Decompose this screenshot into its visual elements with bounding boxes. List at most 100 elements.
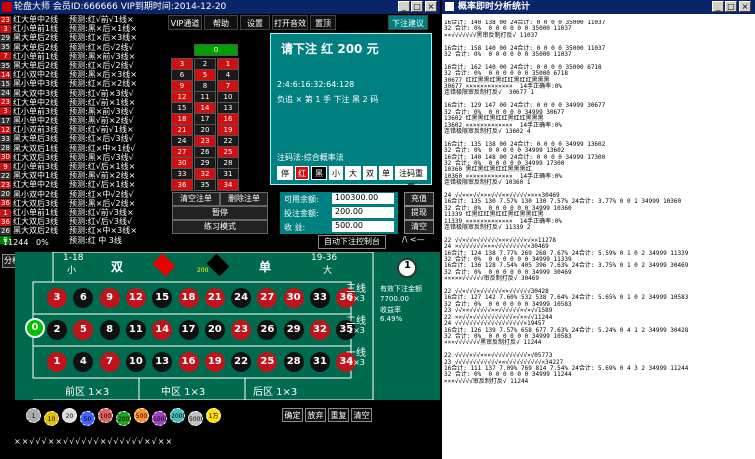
menu-vip[interactable]: VIP通道: [168, 15, 202, 30]
delete-bet-button[interactable]: 删除注单: [220, 192, 268, 206]
chip-500[interactable]: 500: [134, 408, 149, 423]
history-count: 11244: [3, 238, 29, 247]
right-title-bar[interactable]: 概率即时分析统计 _ □ ×: [442, 0, 755, 14]
number-16[interactable]: 16: [178, 352, 199, 372]
app-icon: [2, 2, 12, 12]
practice-mode-button[interactable]: 练习模式: [172, 220, 268, 234]
number-12[interactable]: 12: [125, 288, 146, 308]
history-row: 36 红大双后3线 预测:黑×后√2线×: [0, 199, 168, 208]
menu-sound[interactable]: 打开音效: [272, 15, 308, 30]
history-number: 15: [0, 79, 11, 88]
panel-btn-1[interactable]: 红: [295, 166, 309, 180]
pause-button[interactable]: 暂停: [172, 206, 268, 220]
number-10[interactable]: 10: [125, 352, 146, 372]
number-17[interactable]: 17: [178, 320, 199, 340]
chip-1000[interactable]: 1000: [152, 411, 168, 426]
number-9[interactable]: 9: [99, 288, 120, 308]
history-prediction: 预测:红×后×3线×: [69, 33, 137, 43]
label-big[interactable]: 大: [323, 263, 332, 276]
history-number: 23: [0, 98, 11, 107]
panel-btn-2[interactable]: 黑: [311, 166, 327, 180]
number-11[interactable]: 11: [125, 320, 146, 340]
panel-btn-4[interactable]: 大: [345, 166, 361, 180]
number-3[interactable]: 3: [47, 288, 67, 308]
bet-suggest-button[interactable]: 下注建议: [388, 15, 428, 30]
number-20[interactable]: 20: [204, 320, 225, 340]
chip-2000[interactable]: 2000: [170, 408, 186, 423]
number-8[interactable]: 8: [99, 320, 120, 340]
number-19[interactable]: 19: [204, 352, 225, 372]
right-minimize-button[interactable]: _: [712, 1, 724, 12]
label-19-36[interactable]: 19-36: [311, 253, 337, 263]
betting-table[interactable]: 0 3 6 9 12 15 18 21 24 27 30 33 36 2 5 8 11 14 17 20 23 26 29 3…: [15, 252, 440, 400]
clear-bet-button[interactable]: 清空注单: [172, 192, 220, 206]
chip-1万[interactable]: 1万: [206, 408, 221, 423]
number-33[interactable]: 33: [310, 288, 330, 308]
chip-100[interactable]: 100: [98, 408, 113, 423]
chip-200[interactable]: 200: [116, 411, 131, 426]
number-31[interactable]: 31: [310, 352, 330, 372]
column-label-1[interactable]: 二线: [346, 312, 366, 327]
history-number: 29: [0, 33, 11, 42]
number-28[interactable]: 28: [283, 352, 304, 372]
chip-5000[interactable]: 5000: [188, 411, 204, 426]
close-button[interactable]: ×: [425, 1, 437, 12]
table-btn-1[interactable]: 放弃: [305, 408, 326, 422]
number-18[interactable]: 18: [178, 288, 199, 308]
menu-settings[interactable]: 设置: [240, 15, 270, 30]
history-number: 3: [0, 24, 11, 33]
number-21[interactable]: 21: [204, 288, 225, 308]
column-label-2[interactable]: 一线: [346, 344, 366, 359]
right-close-button[interactable]: ×: [739, 1, 751, 12]
panel-btn-5[interactable]: 双: [363, 166, 377, 180]
history-row: 23 红大单中2线 预测:红√后×1线×: [0, 180, 168, 189]
back-zone[interactable]: 后区 1×3: [253, 383, 297, 398]
chip-50[interactable]: 50: [80, 411, 95, 426]
auto-bet-console-button[interactable]: 自动下注控制台: [318, 235, 386, 249]
menu-help[interactable]: 帮助: [204, 15, 238, 30]
number-30[interactable]: 30: [283, 288, 304, 308]
withdraw-button[interactable]: 提现: [404, 206, 434, 220]
panel-btn-0[interactable]: 停: [277, 166, 293, 180]
recharge-button[interactable]: 充值: [404, 192, 434, 206]
chip-20[interactable]: 20: [62, 408, 77, 423]
history-prediction: 预测:红√后×1线×: [69, 180, 136, 190]
maximize-button[interactable]: □: [411, 1, 423, 12]
panel-btn-3[interactable]: 小: [329, 166, 343, 180]
number-29[interactable]: 29: [283, 320, 304, 340]
chip-10[interactable]: 10: [44, 411, 59, 426]
label-even[interactable]: 双: [111, 258, 123, 275]
front-zone[interactable]: 前区 1×3: [65, 383, 109, 398]
label-odd[interactable]: 单: [259, 258, 271, 275]
history-text: 黑大双中1线: [13, 171, 59, 181]
column-label-0[interactable]: 三线: [346, 280, 366, 295]
number-22[interactable]: 22: [231, 352, 252, 372]
number-0[interactable]: 0: [25, 318, 45, 338]
mini-zero[interactable]: 0: [194, 44, 238, 56]
label-1-18[interactable]: 1-18: [63, 253, 83, 263]
panel-btn-6[interactable]: 单: [379, 166, 393, 180]
table-btn-3[interactable]: 清空: [351, 408, 372, 422]
number-7[interactable]: 7: [99, 352, 120, 372]
minimize-button[interactable]: _: [398, 1, 410, 12]
label-small[interactable]: 小: [67, 263, 76, 276]
chip-1[interactable]: 1: [26, 408, 41, 423]
middle-zone[interactable]: 中区 1×3: [161, 383, 205, 398]
number-1[interactable]: 1: [47, 352, 67, 372]
clear-button[interactable]: 清空: [404, 220, 434, 234]
mini-cell[interactable]: 34: [217, 179, 239, 191]
number-32[interactable]: 32: [310, 320, 330, 340]
menu-ontop[interactable]: 置顶: [310, 15, 336, 30]
nav-arrows[interactable]: /\ <—: [402, 235, 425, 244]
table-btn-2[interactable]: 重复: [328, 408, 349, 422]
number-2[interactable]: 2: [47, 320, 67, 340]
mini-cell[interactable]: 35: [194, 179, 216, 191]
left-title-bar[interactable]: 轮盘大师 会员ID:666666 VIP到期时间:2014-12-20 _ □ …: [0, 0, 440, 14]
table-btn-0[interactable]: 确定: [282, 408, 303, 422]
right-maximize-button[interactable]: □: [725, 1, 737, 12]
number-24[interactable]: 24: [231, 288, 252, 308]
mini-cell[interactable]: 36: [171, 179, 193, 191]
number-23[interactable]: 23: [231, 320, 252, 340]
income-value: 500.00: [332, 221, 394, 232]
panel-btn-7[interactable]: 注码重置: [395, 166, 427, 192]
